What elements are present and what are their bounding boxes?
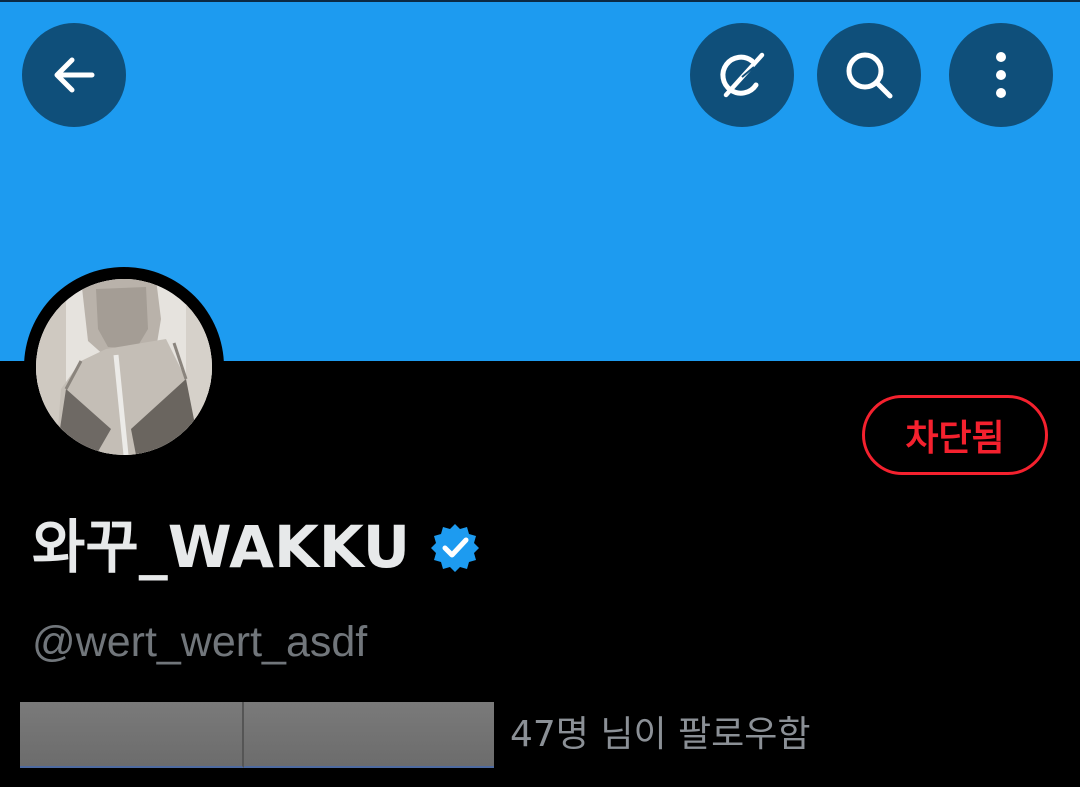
search-button[interactable]: [817, 23, 921, 127]
redacted-avatar-block: [20, 702, 244, 768]
followers-you-know-row[interactable]: 47명 님이 팔로우함: [20, 702, 811, 768]
redacted-avatar-block: [244, 702, 494, 768]
blocked-button[interactable]: 차단됨: [862, 395, 1048, 475]
profile-page: 차단됨 와꾸_WAKKU @wert_wert_asdf 47명 님이 팔로우함: [0, 0, 1080, 787]
arrow-left-icon: [48, 49, 100, 101]
more-options-button[interactable]: [949, 23, 1053, 127]
display-name: 와꾸_WAKKU: [32, 513, 410, 581]
back-button[interactable]: [22, 23, 126, 127]
followers-you-know-text: 47명 님이 팔로우함: [510, 714, 811, 755]
display-name-row: 와꾸_WAKKU: [32, 512, 480, 582]
status-divider: [0, 0, 1080, 2]
verified-badge-icon[interactable]: [430, 522, 480, 572]
grok-icon: [712, 45, 772, 105]
more-vertical-icon: [991, 47, 1011, 103]
avatar[interactable]: [36, 279, 212, 455]
profile-handle: @wert_wert_asdf: [32, 618, 368, 666]
grok-button[interactable]: [690, 23, 794, 127]
search-icon: [841, 47, 897, 103]
blocked-label: 차단됨: [905, 418, 1005, 459]
